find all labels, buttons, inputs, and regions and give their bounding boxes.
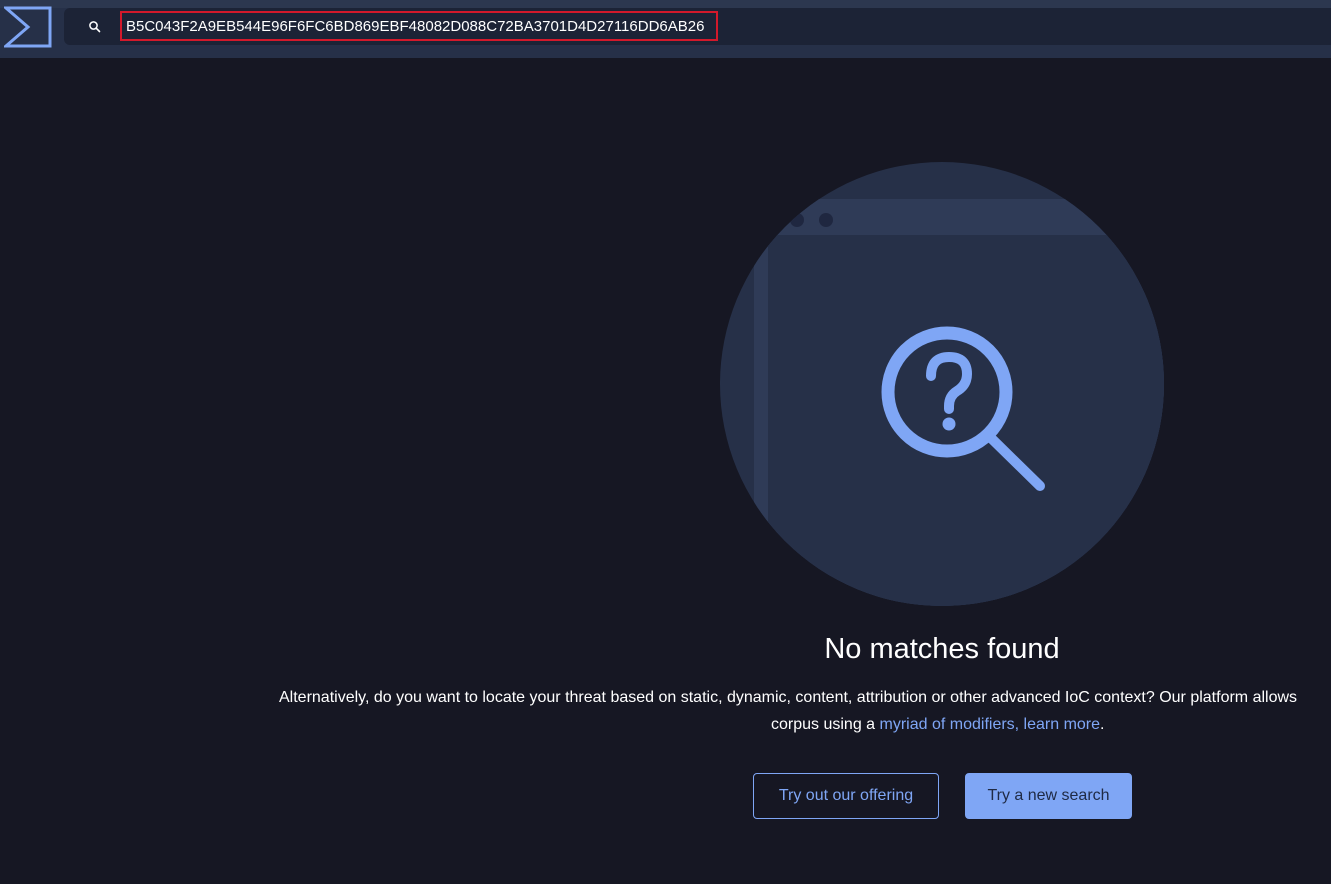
top-bar: B5C043F2A9EB544E96F6FC6BD869EBF48082D088… — [0, 0, 1331, 58]
search-icon — [87, 19, 103, 35]
new-search-button[interactable]: Try a new search — [965, 773, 1132, 819]
top-bar-stripe — [0, 0, 1331, 8]
no-results-illustration — [720, 162, 1164, 606]
search-bar[interactable]: B5C043F2A9EB544E96F6FC6BD869EBF48082D088… — [64, 8, 1331, 45]
description-line-1: Alternatively, do you want to locate you… — [279, 689, 1298, 706]
try-offering-button[interactable]: Try out our offering — [753, 773, 939, 819]
no-matches-title: No matches found — [824, 633, 1060, 665]
description-suffix: . — [1100, 716, 1105, 733]
search-input[interactable]: B5C043F2A9EB544E96F6FC6BD869EBF48082D088… — [126, 18, 704, 35]
sigma-logo-icon[interactable] — [1, 4, 52, 48]
learn-more-link[interactable]: myriad of modifiers, learn more — [880, 716, 1101, 733]
description-prefix: corpus using a — [771, 716, 880, 733]
description-line-2: corpus using a myriad of modifiers, lear… — [771, 716, 1104, 734]
